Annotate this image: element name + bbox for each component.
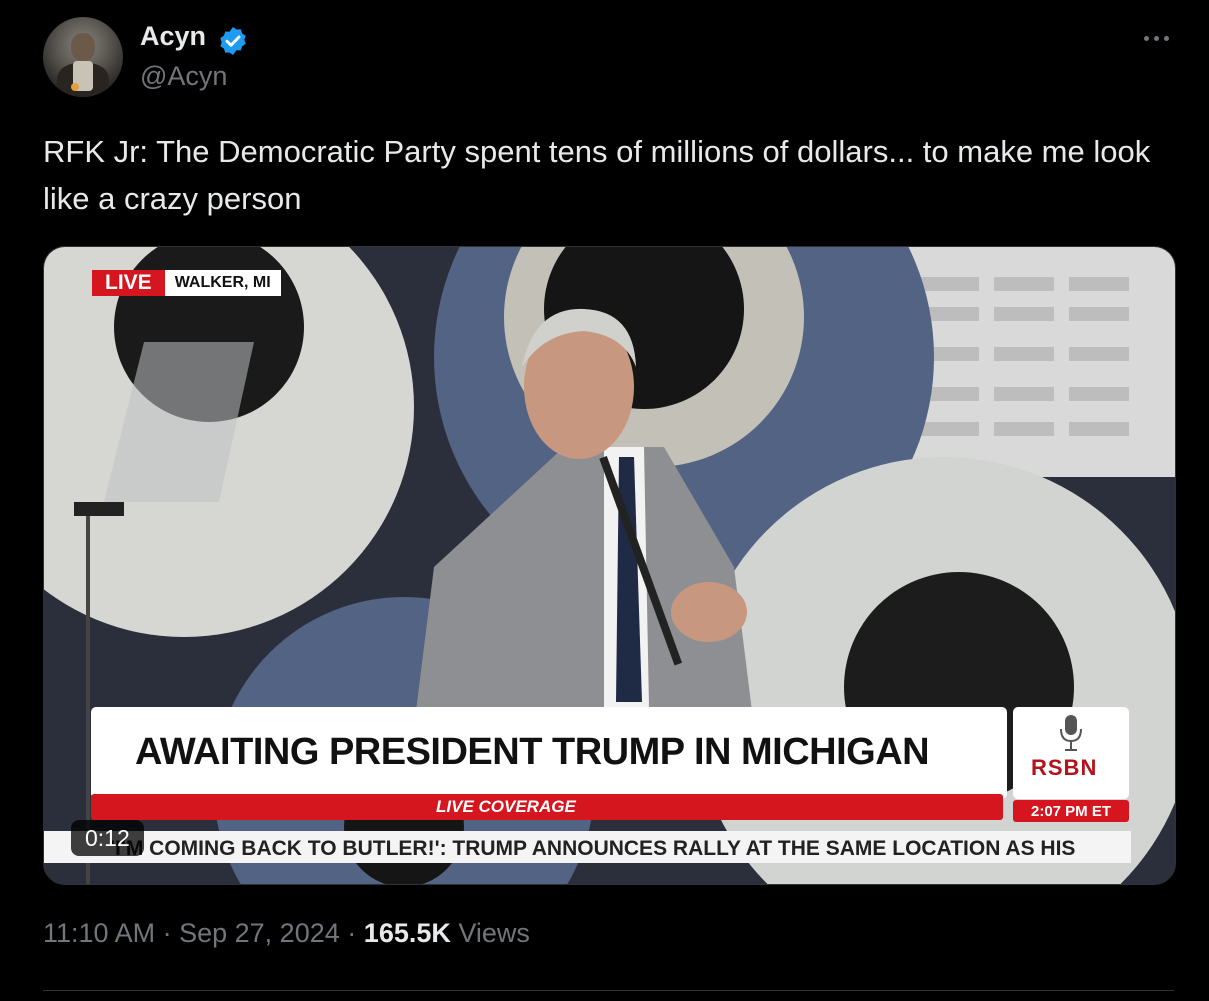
avatar[interactable] bbox=[43, 17, 123, 97]
avatar-head bbox=[71, 33, 95, 61]
dot bbox=[1143, 35, 1149, 41]
news-ticker: 'I'M COMING BACK TO BUTLER!': TRUMP ANNO… bbox=[44, 831, 1131, 863]
separator: · bbox=[162, 918, 172, 948]
more-options-icon[interactable] bbox=[1138, 26, 1174, 50]
headline: AWAITING PRESIDENT TRUMP IN MICHIGAN bbox=[135, 731, 930, 773]
tweet-time[interactable]: 11:10 AM bbox=[43, 918, 155, 948]
location-label: WALKER, MI bbox=[164, 270, 281, 296]
coverage-bar: LIVE COVERAGE bbox=[91, 794, 1003, 820]
live-label: LIVE bbox=[92, 270, 165, 296]
ticker-text: 'I'M COMING BACK TO BUTLER!': TRUMP ANNO… bbox=[110, 837, 1076, 860]
views-count: 165.5K bbox=[363, 918, 451, 948]
author-display-name[interactable]: Acyn bbox=[140, 21, 206, 52]
broadcast-time-bar: 2:07 PM ET bbox=[1013, 800, 1129, 822]
video-duration: 0:12 bbox=[71, 820, 144, 856]
divider bbox=[43, 990, 1174, 991]
video-player[interactable]: LIVE WALKER, MI AWAITING PRESIDENT TRUMP… bbox=[43, 246, 1176, 885]
tweet-date[interactable]: Sep 27, 2024 bbox=[179, 918, 340, 948]
tweet-text: RFK Jr: The Democratic Party spent tens … bbox=[43, 134, 1159, 216]
microphone-icon bbox=[1060, 715, 1082, 751]
coverage-label: LIVE COVERAGE bbox=[436, 797, 576, 816]
dot bbox=[1153, 35, 1159, 41]
network-logo-box: RSBN bbox=[1013, 707, 1129, 799]
lower-third-banner: AWAITING PRESIDENT TRUMP IN MICHIGAN bbox=[91, 707, 1007, 799]
live-badge: LIVE WALKER, MI bbox=[92, 270, 281, 296]
tweet-meta: 11:10 AM · Sep 27, 2024 · 165.5K Views bbox=[43, 918, 530, 949]
network-logo: RSBN bbox=[1031, 755, 1098, 780]
broadcast-time: 2:07 PM ET bbox=[1030, 803, 1112, 820]
dot bbox=[1163, 35, 1169, 41]
author-handle[interactable]: @Acyn bbox=[140, 61, 227, 92]
views-label: Views bbox=[458, 918, 530, 948]
verified-badge-icon bbox=[220, 27, 246, 55]
avatar-light bbox=[71, 83, 79, 91]
separator: · bbox=[347, 918, 357, 948]
